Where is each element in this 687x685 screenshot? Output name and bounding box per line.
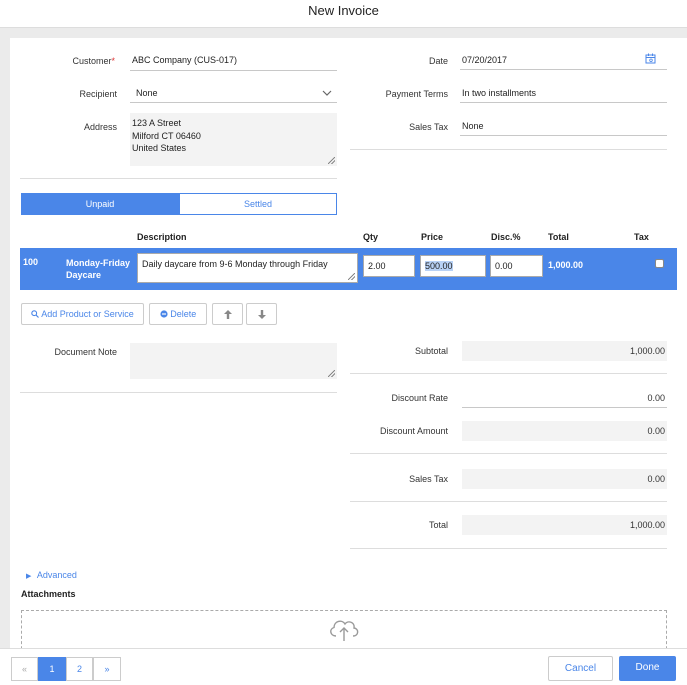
column-header-tax: Tax bbox=[634, 232, 649, 242]
column-header-disc: Disc.% bbox=[491, 232, 521, 242]
recipient-select[interactable] bbox=[130, 102, 337, 103]
subtotal-value: 1,000.00 bbox=[462, 341, 667, 361]
cancel-button[interactable]: Cancel bbox=[548, 656, 613, 681]
description-textarea[interactable]: Daily daycare from 9-6 Monday through Fr… bbox=[137, 253, 358, 283]
address-label: Address bbox=[83, 122, 117, 132]
pagination-prev-button[interactable]: « bbox=[11, 657, 38, 681]
discount-input[interactable]: 0.00 bbox=[490, 255, 543, 277]
price-input[interactable]: 500.00 bbox=[420, 255, 486, 277]
dialog-title-bar: New Invoice bbox=[0, 0, 687, 28]
address-line-3: United States bbox=[132, 143, 187, 153]
sales-tax-value: None bbox=[462, 121, 484, 131]
required-asterisk: * bbox=[111, 56, 115, 66]
payment-terms-field[interactable] bbox=[460, 102, 667, 103]
price-input-selected-text: 500.00 bbox=[425, 261, 453, 271]
minus-circle-icon bbox=[160, 310, 168, 318]
payment-terms-label: Payment Terms bbox=[385, 89, 448, 99]
description-text: Daily daycare from 9-6 Monday through Fr… bbox=[142, 259, 328, 269]
address-line-1: 123 A Street bbox=[132, 118, 182, 128]
customer-field[interactable] bbox=[130, 70, 337, 71]
column-header-description: Description bbox=[137, 232, 187, 242]
tab-unpaid[interactable]: Unpaid bbox=[21, 193, 179, 215]
dialog-footer: « 1 2 » Cancel Done bbox=[0, 648, 687, 685]
customer-label: Customer* bbox=[10, 56, 115, 66]
move-down-button[interactable] bbox=[246, 303, 277, 325]
advanced-label: Advanced bbox=[36, 570, 77, 580]
sales-tax-field[interactable] bbox=[460, 135, 667, 136]
tab-settled[interactable]: Settled bbox=[179, 193, 337, 215]
move-up-button[interactable] bbox=[212, 303, 243, 325]
resize-grip-icon[interactable] bbox=[328, 157, 335, 164]
table-row[interactable]: 100 Monday-Friday Daycare Daily daycare … bbox=[20, 248, 677, 290]
delete-button[interactable]: Delete bbox=[149, 303, 207, 325]
discount-amount-value: 0.00 bbox=[462, 421, 667, 441]
date-field-value: 07/20/2017 bbox=[462, 55, 508, 65]
divider bbox=[350, 149, 667, 150]
cloud-upload-icon bbox=[330, 620, 359, 641]
column-header-qty: Qty bbox=[363, 232, 379, 242]
resize-grip-icon[interactable] bbox=[348, 273, 355, 280]
column-header-total: Total bbox=[548, 232, 569, 242]
discount-amount-label: Discount Amount bbox=[379, 426, 448, 436]
divider bbox=[350, 548, 667, 549]
payment-terms-value: In two installments bbox=[462, 88, 537, 98]
attachments-label: Attachments bbox=[21, 589, 76, 599]
add-product-label: Add Product or Service bbox=[41, 309, 134, 319]
item-name: Monday-Friday Daycare bbox=[66, 257, 130, 281]
date-label: Date bbox=[428, 56, 448, 66]
divider bbox=[20, 178, 337, 179]
address-textarea[interactable]: 123 A Street Milford CT 06460 United Sta… bbox=[130, 113, 337, 166]
divider bbox=[350, 373, 667, 374]
resize-grip-icon[interactable] bbox=[328, 370, 335, 377]
calendar-icon[interactable] bbox=[645, 53, 656, 64]
arrow-down-icon bbox=[257, 310, 266, 319]
customer-label-text: Customer bbox=[72, 56, 112, 66]
delete-label: Delete bbox=[170, 309, 197, 319]
summary-sales-tax-label: Sales Tax bbox=[409, 474, 448, 484]
item-code: 100 bbox=[23, 257, 39, 267]
pagination-page-1[interactable]: 1 bbox=[38, 657, 66, 681]
add-product-button[interactable]: Add Product or Service bbox=[21, 303, 144, 325]
row-total: 1,000.00 bbox=[548, 260, 584, 270]
subtotal-label: Subtotal bbox=[414, 346, 448, 356]
discount-rate-input[interactable]: 0.00 bbox=[462, 388, 667, 408]
sales-tax-label: Sales Tax bbox=[409, 122, 448, 132]
divider bbox=[350, 453, 667, 454]
arrow-up-icon bbox=[223, 310, 232, 319]
divider bbox=[350, 501, 667, 502]
qty-input[interactable]: 2.00 bbox=[363, 255, 415, 277]
total-value: 1,000.00 bbox=[462, 515, 667, 535]
item-name-line-1: Monday-Friday bbox=[66, 258, 131, 268]
attachment-dropzone[interactable] bbox=[21, 610, 667, 648]
summary-sales-tax-value: 0.00 bbox=[462, 469, 667, 489]
column-header-price: Price bbox=[421, 232, 444, 242]
advanced-toggle[interactable]: ▶ Advanced bbox=[26, 570, 77, 580]
document-note-textarea[interactable] bbox=[130, 343, 337, 379]
recipient-select-value: None bbox=[136, 88, 158, 98]
customer-field-value: ABC Company (CUS-017) bbox=[132, 55, 238, 65]
chevron-down-icon[interactable] bbox=[322, 90, 332, 97]
address-line-2: Milford CT 06460 bbox=[132, 130, 201, 141]
caret-right-icon: ▶ bbox=[26, 573, 32, 580]
date-field[interactable] bbox=[460, 69, 667, 70]
dialog-title: New Invoice bbox=[308, 3, 379, 18]
discount-rate-label: Discount Rate bbox=[391, 393, 448, 403]
recipient-label: Recipient bbox=[79, 89, 117, 99]
item-name-line-2: Daycare bbox=[66, 270, 102, 280]
pagination-page-2[interactable]: 2 bbox=[66, 657, 93, 681]
invoice-form: Customer* ABC Company (CUS-017) Recipien… bbox=[10, 38, 687, 648]
total-label: Total bbox=[428, 520, 448, 530]
search-icon bbox=[31, 310, 40, 318]
tax-checkbox[interactable] bbox=[655, 259, 664, 268]
done-button[interactable]: Done bbox=[619, 656, 676, 681]
document-note-label: Document Note bbox=[54, 347, 117, 357]
pagination-next-button[interactable]: » bbox=[93, 657, 121, 681]
divider bbox=[20, 392, 337, 393]
